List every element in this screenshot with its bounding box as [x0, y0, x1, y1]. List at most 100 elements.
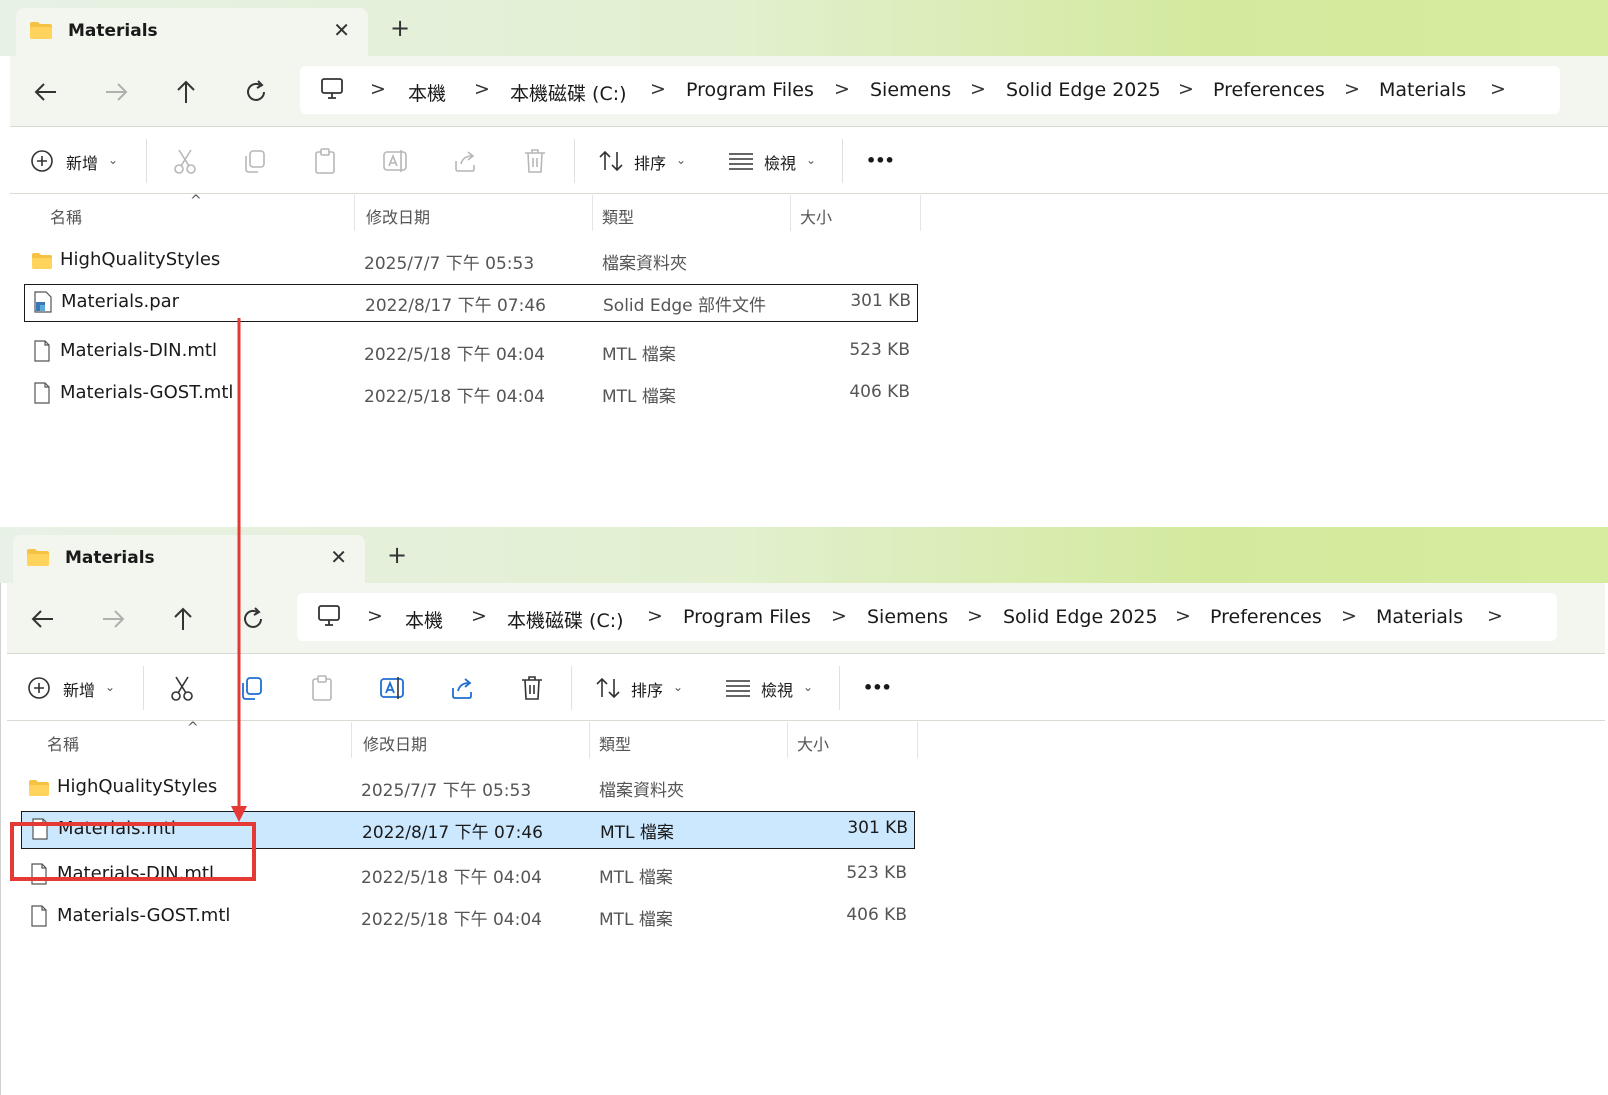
- chevron-right-icon[interactable]: >: [831, 605, 847, 627]
- file-row[interactable]: Materials-GOST.mtl 2022/5/18 下午 04:04 MT…: [21, 899, 913, 935]
- column-divider[interactable]: [920, 195, 921, 231]
- share-icon[interactable]: [452, 147, 478, 175]
- file-row-selected[interactable]: Materials.mtl 2022/8/17 下午 07:46 MTL 檔案 …: [21, 811, 915, 849]
- back-arrow-icon[interactable]: [29, 605, 57, 633]
- sort-button[interactable]: 排序 ⌄: [598, 147, 698, 175]
- chevron-right-icon[interactable]: >: [1175, 605, 1191, 627]
- breadcrumb-siemens[interactable]: Siemens: [870, 79, 951, 101]
- breadcrumb-program-files[interactable]: Program Files: [683, 606, 811, 628]
- breadcrumb-solid-edge[interactable]: Solid Edge 2025: [1006, 79, 1161, 101]
- file-name: Materials.mtl: [58, 818, 176, 839]
- chevron-right-icon[interactable]: >: [1341, 605, 1357, 627]
- delete-icon[interactable]: [522, 147, 548, 175]
- chevron-right-icon[interactable]: >: [1178, 78, 1194, 100]
- rename-icon[interactable]: [382, 147, 408, 175]
- chevron-down-icon: ⌄: [105, 680, 116, 694]
- column-date[interactable]: 修改日期: [363, 731, 427, 755]
- new-button[interactable]: 新增 ⌄: [27, 674, 127, 702]
- chevron-right-icon[interactable]: >: [367, 605, 383, 627]
- chevron-right-icon[interactable]: >: [1344, 78, 1360, 100]
- more-options-icon[interactable]: •••: [866, 151, 895, 170]
- chevron-right-icon[interactable]: >: [1490, 78, 1506, 100]
- file-row[interactable]: Materials.par 2022/8/17 下午 07:46 Solid E…: [24, 284, 918, 322]
- chevron-right-icon[interactable]: >: [650, 78, 666, 100]
- chevron-right-icon[interactable]: >: [834, 78, 850, 100]
- delete-icon[interactable]: [519, 674, 545, 702]
- close-tab-icon[interactable]: ✕: [333, 20, 350, 40]
- view-button[interactable]: 檢視 ⌄: [728, 147, 828, 175]
- new-button[interactable]: 新增 ⌄: [30, 147, 130, 175]
- column-divider[interactable]: [917, 722, 918, 758]
- copy-icon[interactable]: [239, 674, 265, 702]
- refresh-icon[interactable]: [242, 78, 270, 106]
- rename-icon[interactable]: [379, 674, 405, 702]
- address-bar[interactable]: > 本機 > 本機磁碟 (C:) > Program Files > Sieme…: [300, 66, 1560, 114]
- forward-arrow-icon[interactable]: [99, 605, 127, 633]
- chevron-right-icon[interactable]: >: [1487, 605, 1503, 627]
- copy-icon[interactable]: [242, 147, 268, 175]
- cut-icon[interactable]: [172, 147, 198, 175]
- paste-icon[interactable]: [309, 674, 335, 702]
- column-date[interactable]: 修改日期: [366, 204, 430, 228]
- close-tab-icon[interactable]: ✕: [330, 547, 347, 567]
- column-divider[interactable]: [354, 195, 355, 231]
- column-size[interactable]: 大小: [797, 731, 829, 755]
- chevron-right-icon[interactable]: >: [370, 78, 386, 100]
- column-type[interactable]: 類型: [599, 731, 631, 755]
- up-arrow-icon[interactable]: [169, 605, 197, 633]
- column-divider[interactable]: [351, 722, 352, 758]
- refresh-icon[interactable]: [239, 605, 267, 633]
- chevron-right-icon[interactable]: >: [970, 78, 986, 100]
- column-header: 名稱 ^ 修改日期 類型 大小: [7, 720, 919, 758]
- breadcrumb-materials[interactable]: Materials: [1379, 79, 1466, 101]
- column-size[interactable]: 大小: [800, 204, 832, 228]
- breadcrumb-this-pc[interactable]: 本機: [408, 79, 446, 106]
- file-row[interactable]: Materials-DIN.mtl 2022/5/18 下午 04:04 MTL…: [21, 857, 913, 893]
- column-divider[interactable]: [592, 195, 593, 231]
- column-type[interactable]: 類型: [602, 204, 634, 228]
- chevron-right-icon[interactable]: >: [474, 78, 490, 100]
- tab-materials[interactable]: Materials ✕: [13, 535, 365, 583]
- new-tab-button[interactable]: +: [387, 543, 407, 567]
- column-name[interactable]: 名稱: [47, 731, 79, 755]
- address-bar[interactable]: > 本機 > 本機磁碟 (C:) > Program Files > Sieme…: [297, 593, 1557, 641]
- sort-button[interactable]: 排序 ⌄: [595, 674, 695, 702]
- column-divider[interactable]: [787, 722, 788, 758]
- chevron-right-icon[interactable]: >: [647, 605, 663, 627]
- divider: [571, 666, 572, 710]
- chevron-down-icon: ⌄: [108, 153, 119, 167]
- breadcrumb-local-disk[interactable]: 本機磁碟 (C:): [510, 79, 627, 106]
- chevron-right-icon[interactable]: >: [967, 605, 983, 627]
- breadcrumb-this-pc[interactable]: 本機: [405, 606, 443, 633]
- share-icon[interactable]: [449, 674, 475, 702]
- file-row[interactable]: Materials-DIN.mtl 2022/5/18 下午 04:04 MTL…: [24, 334, 916, 370]
- file-row[interactable]: HighQualityStyles 2025/7/7 下午 05:53 檔案資料…: [21, 770, 913, 806]
- file-row[interactable]: HighQualityStyles 2025/7/7 下午 05:53 檔案資料…: [24, 243, 916, 279]
- forward-arrow-icon[interactable]: [102, 78, 130, 106]
- breadcrumb-solid-edge[interactable]: Solid Edge 2025: [1003, 606, 1158, 628]
- cut-icon[interactable]: [169, 674, 195, 702]
- breadcrumb-preferences[interactable]: Preferences: [1210, 606, 1322, 628]
- column-name[interactable]: 名稱: [50, 204, 82, 228]
- file-type: MTL 檔案: [599, 910, 673, 930]
- file-size: 523 KB: [846, 863, 907, 883]
- view-button[interactable]: 檢視 ⌄: [725, 674, 825, 702]
- file-size: 301 KB: [847, 818, 908, 838]
- up-arrow-icon[interactable]: [172, 78, 200, 106]
- breadcrumb-preferences[interactable]: Preferences: [1213, 79, 1325, 101]
- breadcrumb-siemens[interactable]: Siemens: [867, 606, 948, 628]
- chevron-right-icon[interactable]: >: [471, 605, 487, 627]
- file-size: 523 KB: [849, 340, 910, 360]
- divider: [839, 666, 840, 710]
- paste-icon[interactable]: [312, 147, 338, 175]
- column-divider[interactable]: [589, 722, 590, 758]
- new-tab-button[interactable]: +: [390, 16, 410, 40]
- back-arrow-icon[interactable]: [32, 78, 60, 106]
- more-options-icon[interactable]: •••: [863, 678, 892, 697]
- breadcrumb-materials[interactable]: Materials: [1376, 606, 1463, 628]
- column-divider[interactable]: [790, 195, 791, 231]
- file-row[interactable]: Materials-GOST.mtl 2022/5/18 下午 04:04 MT…: [24, 376, 916, 412]
- breadcrumb-local-disk[interactable]: 本機磁碟 (C:): [507, 606, 624, 633]
- breadcrumb-program-files[interactable]: Program Files: [686, 79, 814, 101]
- tab-materials[interactable]: Materials ✕: [16, 8, 368, 56]
